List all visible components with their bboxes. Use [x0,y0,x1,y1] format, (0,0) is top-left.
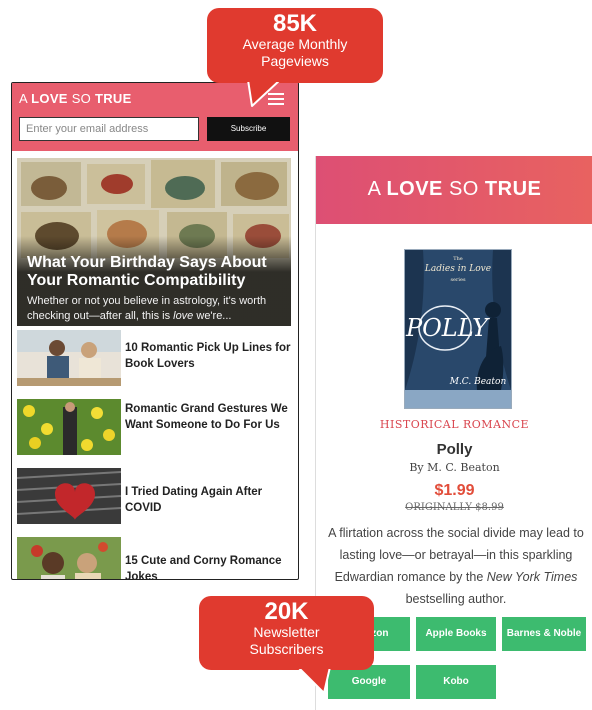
article-list-item[interactable]: I Tried Dating Again After COVID [17,468,291,530]
article-list-item[interactable]: Romantic Grand Gestures We Want Someone … [17,399,291,461]
article-title[interactable]: I Tried Dating Again After COVID [125,484,291,516]
article-title[interactable]: 15 Cute and Corny Romance Jokes [125,553,291,579]
article-title[interactable]: 10 Romantic Pick Up Lines for Book Lover… [125,340,291,372]
subscribe-button[interactable]: Subscribe [207,117,290,141]
article-thumbnail [17,330,121,386]
featured-article[interactable]: What Your Birthday Says About Your Roman… [17,158,291,326]
article-list-item[interactable]: 10 Romantic Pick Up Lines for Book Lover… [17,330,291,392]
article-title[interactable]: Romantic Grand Gestures We Want Someone … [125,401,291,433]
article-list-item[interactable]: 15 Cute and Corny Romance Jokes [17,537,291,579]
book-cover[interactable]: The Ladies in Love series Polly M.C. Bea… [404,249,512,409]
pageviews-callout: 85K Average Monthly Pageviews [207,8,383,83]
callout-pointer-icon [246,80,282,107]
genre-label[interactable]: HISTORICAL ROMANCE [316,418,592,431]
mobile-site-mockup: A LOVE SO TRUE Enter your email address … [11,82,299,580]
book-title: Polly [436,441,473,458]
subscribers-callout: 20K Newsletter Subscribers [199,596,374,670]
email-input[interactable]: Enter your email address [19,117,199,141]
featured-article-excerpt: Whether or not you believe in astrology,… [27,295,267,322]
google-button[interactable]: Google [328,665,410,699]
site-header: A LOVE SO TRUE [316,156,592,224]
original-price: ORIGINALLY $8.99 [405,502,504,513]
featured-article-title[interactable]: What Your Birthday Says About Your Roman… [27,254,287,290]
site-logo[interactable]: A LOVE SO TRUE [316,178,592,201]
article-thumbnail [17,537,121,579]
sale-price: $1.99 [434,482,475,499]
mobile-logo[interactable]: A LOVE SO TRUE [19,91,132,106]
book-author: By M. C. Beaton [409,461,500,474]
article-thumbnail [17,468,121,524]
apple-books-button[interactable]: Apple Books [416,617,496,651]
kobo-button[interactable]: Kobo [416,665,496,699]
barnes-noble-button[interactable]: Barnes & Noble [502,617,586,651]
article-thumbnail [17,399,121,455]
callout-pointer-icon [296,667,332,694]
